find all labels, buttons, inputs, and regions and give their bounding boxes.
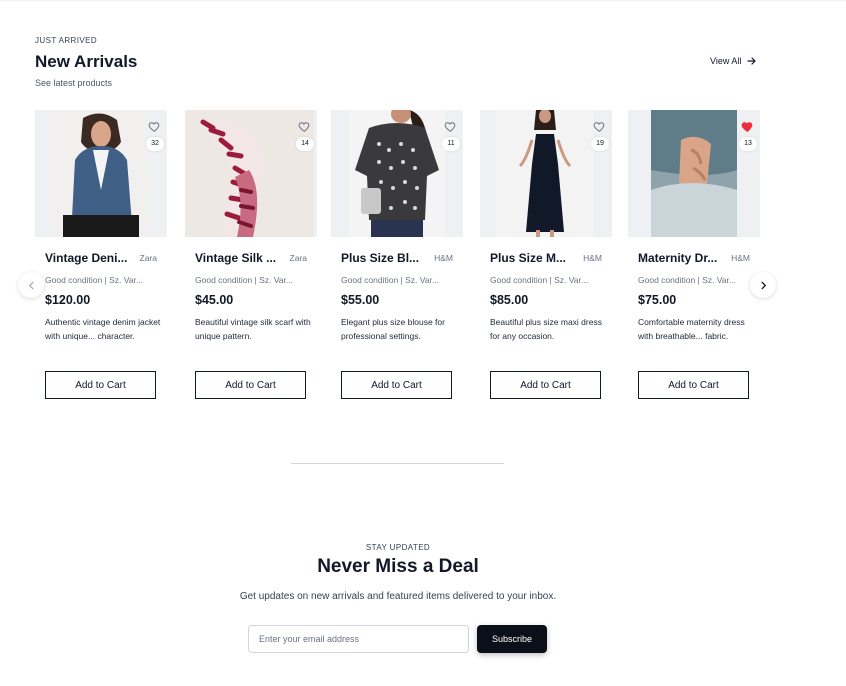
- arrow-right-icon: [747, 57, 756, 65]
- product-image[interactable]: 32: [35, 110, 167, 237]
- product-image[interactable]: 13: [628, 110, 760, 237]
- carousel-next-button[interactable]: [750, 272, 776, 298]
- wishlist-button[interactable]: [148, 120, 161, 133]
- product-brand: H&M: [731, 253, 750, 263]
- view-all-label: View All: [710, 56, 742, 66]
- heart-icon: [148, 122, 160, 132]
- wishlist-count: 32: [146, 137, 164, 151]
- top-divider: [0, 0, 846, 1]
- card-header: Plus Size Bl... H&M: [341, 251, 453, 265]
- product-title[interactable]: Vintage Deni...: [45, 251, 133, 265]
- product-condition: Good condition | Sz. Var...: [490, 275, 588, 285]
- heart-icon: [444, 122, 456, 132]
- card-header: Vintage Silk ... Zara: [195, 251, 307, 265]
- product-brand: Zara: [139, 253, 157, 263]
- product-image[interactable]: 14: [185, 110, 317, 237]
- product-image[interactable]: 19: [480, 110, 612, 237]
- product-condition: Good condition | Sz. Var...: [45, 275, 143, 285]
- product-title[interactable]: Maternity Dr...: [638, 251, 726, 265]
- wishlist-count: 13: [739, 137, 757, 151]
- section-subtitle: See latest products: [35, 78, 113, 88]
- wishlist-button[interactable]: [298, 120, 311, 133]
- product-card[interactable]: 14 Vintage Silk ... Zara Good condition …: [185, 110, 317, 399]
- add-to-cart-button[interactable]: Add to Cart: [45, 371, 156, 399]
- view-all-link[interactable]: View All: [710, 56, 757, 66]
- add-to-cart-button[interactable]: Add to Cart: [490, 371, 601, 399]
- wishlist-button[interactable]: [593, 120, 606, 133]
- heart-icon: [298, 122, 310, 132]
- wishlist-button[interactable]: [444, 120, 457, 133]
- product-description: Beautiful plus size maxi dress for any o…: [490, 317, 602, 341]
- product-carousel: 32 Vintage Deni... Zara Good condition |…: [35, 110, 765, 410]
- product-price: $120.00: [45, 293, 91, 307]
- add-to-cart-button[interactable]: Add to Cart: [638, 371, 749, 399]
- product-description: Elegant plus size blouse for professiona…: [341, 317, 445, 341]
- wishlist-count: 11: [442, 137, 460, 151]
- section-eyebrow: JUST ARRIVED: [35, 36, 97, 45]
- product-title[interactable]: Vintage Silk ...: [195, 251, 283, 265]
- chevron-left-icon: [28, 281, 33, 289]
- product-price: $85.00: [490, 293, 529, 307]
- product-brand: H&M: [434, 253, 453, 263]
- maternity-dress-photo: [651, 110, 737, 237]
- product-title[interactable]: Plus Size M...: [490, 251, 578, 265]
- section-title: New Arrivals: [35, 52, 138, 71]
- product-condition: Good condition | Sz. Var...: [341, 275, 439, 285]
- newsletter-description: Get updates on new arrivals and featured…: [239, 591, 557, 602]
- add-to-cart-button[interactable]: Add to Cart: [341, 371, 452, 399]
- product-price: $45.00: [195, 293, 234, 307]
- product-brand: H&M: [583, 253, 602, 263]
- product-card[interactable]: 11 Plus Size Bl... H&M Good condition | …: [331, 110, 463, 399]
- add-to-cart-button[interactable]: Add to Cart: [195, 371, 306, 399]
- section-divider: [291, 463, 504, 464]
- product-condition: Good condition | Sz. Var...: [638, 275, 736, 285]
- product-condition: Good condition | Sz. Var...: [195, 275, 293, 285]
- wishlist-button[interactable]: [741, 120, 754, 133]
- product-card[interactable]: 32 Vintage Deni... Zara Good condition |…: [35, 110, 167, 399]
- product-price: $55.00: [341, 293, 380, 307]
- product-card[interactable]: 19 Plus Size M... H&M Good condition | S…: [480, 110, 612, 399]
- product-brand: Zara: [289, 253, 307, 263]
- chevron-right-icon: [761, 281, 766, 289]
- newsletter-title: Never Miss a Deal: [317, 556, 479, 577]
- email-input[interactable]: [248, 625, 469, 653]
- product-title[interactable]: Plus Size Bl...: [341, 251, 429, 265]
- card-header: Vintage Deni... Zara: [45, 251, 157, 265]
- maxi-dress-photo: [496, 110, 594, 237]
- product-card[interactable]: 13 Maternity Dr... H&M Good condition | …: [628, 110, 760, 399]
- denim-jacket-photo: [53, 110, 149, 237]
- card-header: Maternity Dr... H&M: [638, 251, 750, 265]
- product-image[interactable]: 11: [331, 110, 463, 237]
- heart-icon: [593, 122, 605, 132]
- wishlist-count: 19: [591, 137, 609, 151]
- newsletter-eyebrow: STAY UPDATED: [365, 543, 431, 552]
- product-description: Comfortable maternity dress with breatha…: [638, 317, 745, 341]
- product-description: Beautiful vintage silk scarf with unique…: [195, 317, 311, 341]
- carousel-prev-button[interactable]: [18, 272, 44, 298]
- blouse-photo: [349, 110, 445, 237]
- product-price: $75.00: [638, 293, 677, 307]
- card-header: Plus Size M... H&M: [490, 251, 602, 265]
- product-description: Authentic vintage denim jacket with uniq…: [45, 317, 161, 341]
- wishlist-count: 14: [296, 137, 314, 151]
- heart-filled-icon: [741, 122, 753, 132]
- silk-scarf-photo: [185, 110, 314, 237]
- subscribe-button[interactable]: Subscribe: [477, 625, 547, 653]
